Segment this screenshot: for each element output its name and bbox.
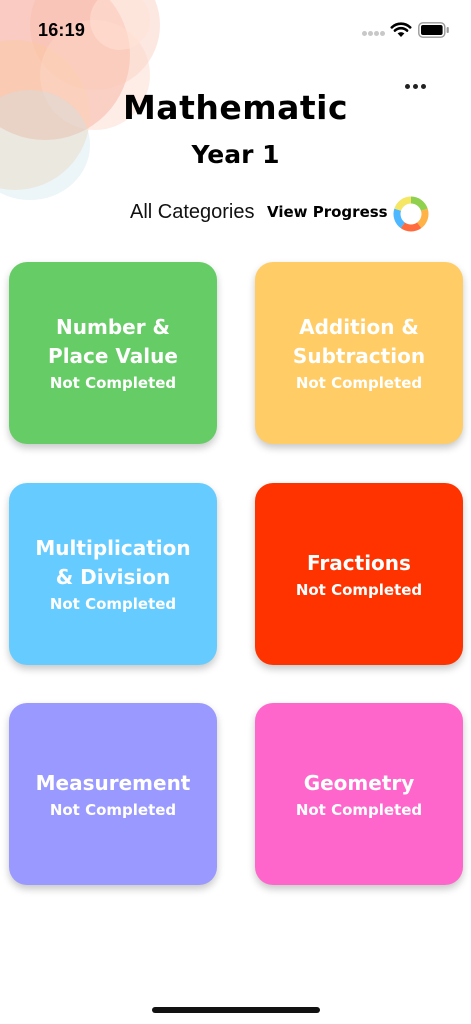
card-title: Measurement: [35, 770, 191, 795]
card-status: Not Completed: [49, 374, 177, 392]
card-status: Not Completed: [295, 374, 423, 392]
card-status: Not Completed: [295, 800, 423, 819]
status-bar: 16:19: [0, 0, 471, 60]
progress-ring-segment: [410, 196, 428, 212]
card-title: Geometry: [303, 770, 415, 795]
progress-ring-segment: [393, 208, 406, 229]
cellular-signal-icon: [362, 31, 386, 37]
category-card-number-place-value[interactable]: Number & Place Value Not Completed: [9, 262, 217, 444]
category-card-geometry[interactable]: Geometry Not Completed: [255, 703, 463, 885]
progress-ring-segment: [394, 196, 412, 212]
category-card-addition-subtraction[interactable]: Addition & Subtraction Not Completed: [255, 262, 463, 444]
card-title: Number & Place Value: [48, 315, 178, 368]
category-card-multiplication-division[interactable]: Multiplication & Division Not Completed: [9, 483, 217, 665]
category-card-measurement[interactable]: Measurement Not Completed: [9, 703, 217, 885]
progress-ring-segment: [400, 222, 422, 232]
card-status: Not Completed: [49, 800, 177, 819]
card-title: Fractions: [307, 550, 411, 575]
categories-label: All Categories: [130, 201, 255, 223]
wifi-icon: [390, 22, 412, 37]
home-indicator[interactable]: [152, 1007, 320, 1013]
progress-ring-icon[interactable]: [392, 195, 430, 233]
view-progress-button[interactable]: View Progress: [267, 203, 388, 221]
progress-ring-segment: [416, 208, 429, 229]
card-title: Multiplication & Division: [35, 536, 191, 589]
card-title: Addition & Subtraction: [292, 315, 426, 368]
page-subtitle: Year 1: [191, 140, 280, 169]
category-card-fractions[interactable]: Fractions Not Completed: [255, 483, 463, 665]
status-time: 16:19: [38, 20, 86, 40]
page-title: Mathematic: [122, 88, 349, 127]
card-status: Not Completed: [295, 580, 423, 599]
card-status: Not Completed: [49, 595, 177, 613]
battery-icon: [418, 22, 449, 38]
